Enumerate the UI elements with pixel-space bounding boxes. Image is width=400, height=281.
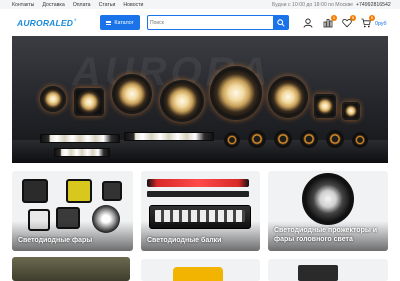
product-pod-image: [248, 130, 266, 148]
favorites-button[interactable]: 0: [341, 15, 356, 29]
product-image: [102, 181, 122, 201]
top-links: Контакты Доставка Оплата Статьи Новости: [12, 2, 143, 8]
cart-total[interactable]: 0руб: [375, 21, 387, 27]
product-pod-image: [274, 130, 292, 148]
search-input[interactable]: [150, 17, 270, 28]
product-lamp-image: [210, 66, 262, 120]
category-card-led-lights[interactable]: Светодиодные фары: [12, 171, 133, 251]
compare-count-badge: 1: [331, 15, 337, 21]
product-lamp-image: [268, 76, 308, 118]
category-label: Светодиодные прожекторы и фары головного…: [274, 227, 378, 243]
product-lightbar-image: [54, 148, 110, 157]
account-button[interactable]: [302, 17, 314, 29]
category-card-5[interactable]: [141, 259, 260, 281]
hero-banner[interactable]: AURORA: [12, 36, 388, 163]
logo-trademark: ®: [74, 18, 77, 22]
category-label: Светодиодные балки: [147, 237, 222, 244]
product-image: [147, 191, 249, 197]
product-image: [173, 267, 223, 281]
logo-text: AURORALED: [17, 18, 74, 28]
category-card-spotlights[interactable]: Светодиодные прожекторы и фары головного…: [268, 171, 388, 251]
search-button[interactable]: [273, 16, 288, 29]
category-card-6[interactable]: [268, 259, 388, 281]
product-lamp-image: [40, 86, 66, 112]
product-lamp-image: [342, 102, 360, 120]
product-image: [66, 179, 92, 203]
catalog-button[interactable]: Каталог: [100, 15, 140, 30]
product-pod-image: [224, 132, 240, 148]
search-box: [147, 15, 289, 30]
product-image: [22, 179, 48, 203]
top-link-articles[interactable]: Статьи: [99, 2, 116, 8]
user-icon: [303, 18, 313, 28]
top-link-contacts[interactable]: Контакты: [12, 2, 34, 8]
top-link-payment[interactable]: Оплата: [73, 2, 91, 8]
product-lamp-image: [314, 94, 336, 118]
search-icon: [276, 18, 285, 27]
category-card-light-bars[interactable]: Светодиодные балки: [141, 171, 260, 251]
product-lightbar-image: [124, 132, 214, 141]
product-lamp-image: [74, 88, 104, 116]
catalog-button-label: Каталог: [114, 19, 134, 26]
working-hours: Будни с 10:00 до 18:00 по Москве: [272, 1, 354, 8]
site-logo[interactable]: AURORALED ®: [17, 18, 77, 28]
menu-icon: [106, 20, 112, 25]
product-image: [298, 265, 338, 281]
category-card-4[interactable]: [12, 257, 130, 281]
site-header: AURORALED ® Каталог 1: [0, 9, 400, 36]
top-link-delivery[interactable]: Доставка: [42, 2, 64, 8]
product-lightbar-image: [40, 134, 120, 143]
favorites-count-badge: 0: [350, 15, 356, 21]
product-lamp-image: [112, 74, 152, 114]
cart-button[interactable]: 0: [360, 15, 375, 29]
product-pod-image: [300, 130, 318, 148]
product-pod-image: [352, 132, 368, 148]
product-image: [302, 173, 354, 225]
phone-link[interactable]: +74992816542: [356, 2, 391, 8]
product-lamp-image: [160, 80, 204, 122]
compare-button[interactable]: 1: [322, 15, 337, 29]
product-pod-image: [326, 130, 344, 148]
top-link-news[interactable]: Новости: [123, 2, 143, 8]
product-image: [147, 179, 249, 187]
top-bar: Контакты Доставка Оплата Статьи Новости …: [0, 0, 400, 9]
category-label: Светодиодные фары: [18, 237, 93, 244]
